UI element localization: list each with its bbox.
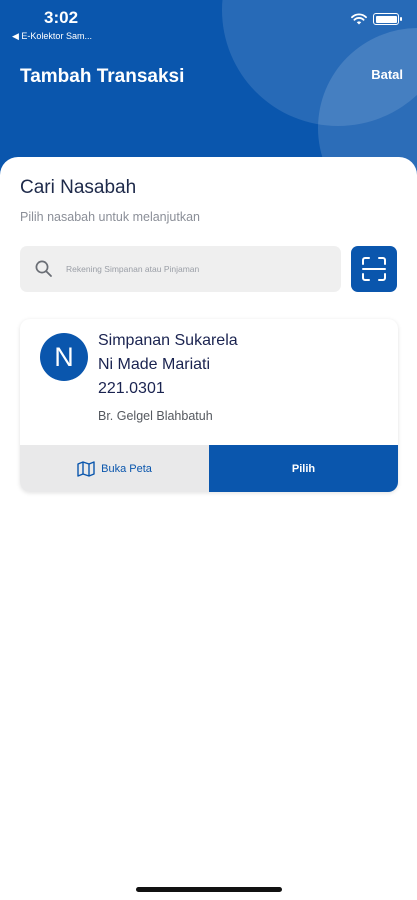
home-indicator[interactable] [136,887,282,892]
scan-button[interactable] [351,246,397,292]
open-map-label: Buka Peta [101,462,152,475]
open-map-button[interactable]: Buka Peta [20,445,209,492]
search-icon [35,260,52,277]
account-number: 221.0301 [98,380,165,397]
scan-icon [362,257,386,281]
search-box[interactable] [20,246,341,292]
select-button[interactable]: Pilih [209,445,398,492]
wifi-icon [351,13,367,25]
section-subtitle: Pilih nasabah untuk melanjutkan [20,210,200,224]
customer-card[interactable]: N Simpanan Sukarela Ni Made Mariati 221.… [20,319,398,492]
select-label: Pilih [291,462,316,475]
map-icon [77,460,95,477]
cancel-button[interactable]: Batal [371,67,403,82]
section-title: Cari Nasabah [20,177,137,198]
battery-icon [373,13,402,25]
page-title: Tambah Transaksi [20,66,185,87]
customer-address: Br. Gelgel Blahbatuh [98,409,213,423]
account-type: Simpanan Sukarela [98,332,238,349]
avatar: N [40,333,88,381]
status-icons [351,13,402,25]
search-input[interactable] [66,246,336,292]
status-time: 3:02 [44,8,79,27]
customer-name: Ni Made Mariati [98,356,211,373]
back-to-app-link[interactable]: ◀ E-Kolektor Sam... [12,31,92,42]
